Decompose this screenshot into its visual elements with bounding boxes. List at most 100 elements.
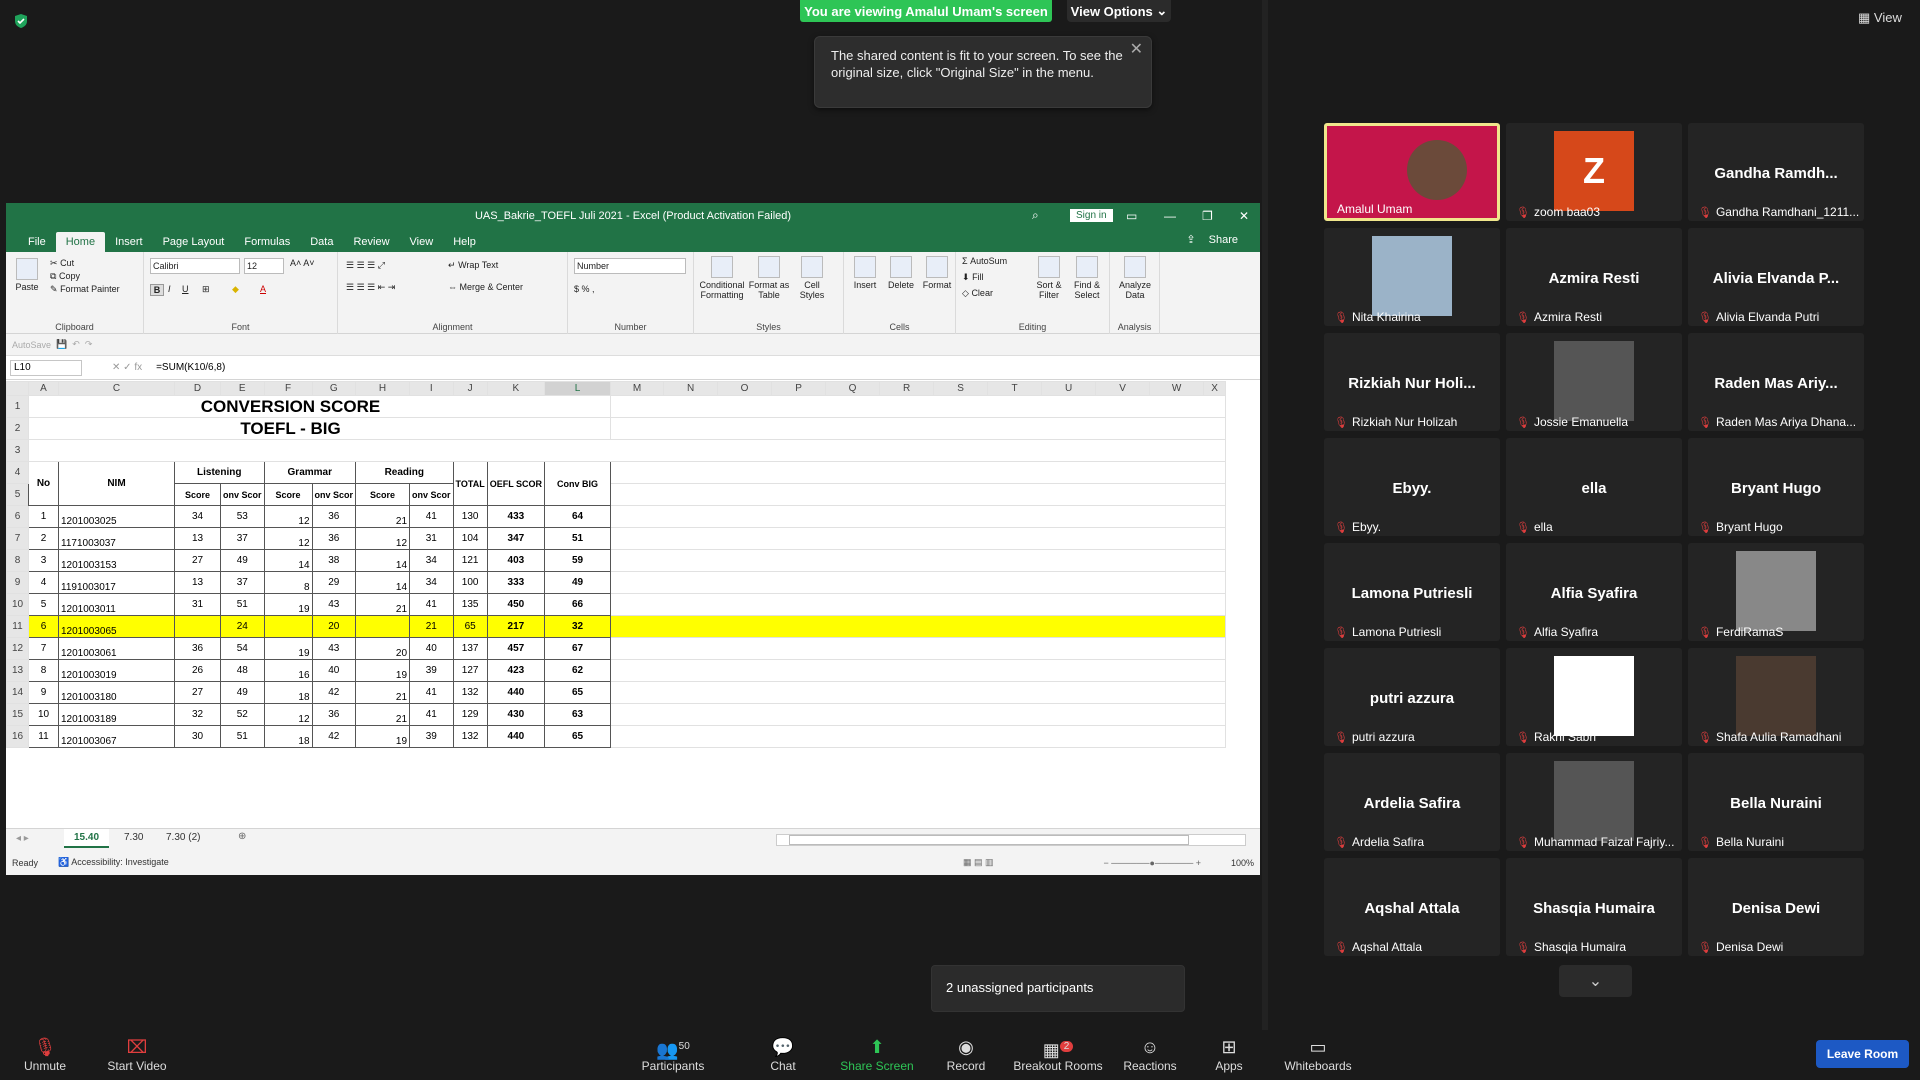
cell-grammar-score[interactable]: 12 (263, 527, 313, 550)
cell-listening-score[interactable]: 36 (174, 637, 221, 660)
row-header[interactable]: 12 (6, 637, 29, 660)
cell-total[interactable]: 65 (452, 615, 488, 638)
cell-nim[interactable]: 1201003025 (58, 505, 175, 528)
cell-nim[interactable]: 1201003189 (58, 703, 175, 726)
cell-reading-score[interactable]: 14 (355, 549, 411, 572)
cell-listening-score[interactable] (174, 615, 221, 638)
cell-grammar-score[interactable] (263, 615, 313, 638)
cell-no[interactable]: 11 (28, 725, 59, 748)
cell-total[interactable]: 135 (452, 593, 488, 616)
leave-room-button[interactable]: Leave Room (1816, 1040, 1909, 1068)
col-header[interactable]: V (1095, 381, 1151, 396)
formula-input[interactable]: =SUM(K10/6,8) (156, 362, 225, 373)
cell-reading-score[interactable] (355, 615, 411, 638)
add-sheet-icon[interactable]: ⊕ (238, 831, 246, 842)
view-button[interactable]: ▦ View (1858, 10, 1902, 26)
cell-conv-big[interactable]: 65 (544, 681, 612, 704)
participant-tile[interactable]: 🎙 Rakhi Sabri (1506, 648, 1682, 746)
font-name-select[interactable]: Calibri (150, 258, 240, 274)
reactions-button[interactable]: ☺ Reactions (1105, 1035, 1195, 1073)
participant-tile[interactable]: Aqshal Attala 🎙 Aqshal Attala (1324, 858, 1500, 956)
col-header[interactable]: P (771, 381, 827, 396)
cell-grammar-score[interactable]: 16 (263, 659, 313, 682)
cell-conv-big[interactable]: 49 (544, 571, 612, 594)
participant-tile[interactable]: putri azzura 🎙 putri azzura (1324, 648, 1500, 746)
cell-listening-score[interactable]: 27 (174, 549, 221, 572)
col-header[interactable]: U (1041, 381, 1097, 396)
col-header[interactable]: G (311, 381, 357, 396)
participant-tile[interactable]: Z 🎙 zoom baa03 (1506, 123, 1682, 221)
align-icons[interactable]: ☰ ☰ ☰ ⤢ (346, 260, 385, 270)
participant-tile[interactable]: 🎙 Shafa Aulia Ramadhani (1688, 648, 1864, 746)
cell-grammar-conv[interactable]: 38 (311, 549, 357, 572)
participant-tile[interactable]: Bella Nuraini 🎙 Bella Nuraini (1688, 753, 1864, 851)
empty-cells[interactable] (27, 439, 1227, 462)
cell-listening-conv[interactable]: 52 (220, 703, 265, 726)
cell-reading-conv[interactable]: 31 (409, 527, 454, 550)
cell-nim[interactable]: 1201003011 (58, 593, 175, 616)
underline-button[interactable]: U (182, 284, 189, 294)
cell-no[interactable]: 4 (28, 571, 59, 594)
cell-reading-score[interactable]: 21 (355, 703, 411, 726)
row-header[interactable]: 8 (6, 549, 29, 572)
cell-grammar-score[interactable]: 12 (263, 703, 313, 726)
cell-total[interactable]: 100 (452, 571, 488, 594)
cell-toefl[interactable]: 333 (486, 571, 546, 594)
empty-cells[interactable] (610, 615, 1227, 638)
cell-total[interactable]: 129 (452, 703, 488, 726)
font-color-icon[interactable]: A (260, 284, 266, 294)
border-icon[interactable]: ⊞ (202, 284, 210, 294)
header-score[interactable]: Score (174, 483, 221, 506)
col-header[interactable]: D (174, 381, 221, 396)
bold-button[interactable]: B (150, 284, 164, 296)
cell-nim[interactable]: 1201003065 (58, 615, 175, 638)
header-conv-score[interactable]: onv Scor (220, 483, 265, 506)
cell-listening-conv[interactable]: 37 (220, 527, 265, 550)
cell-grammar-score[interactable]: 19 (263, 637, 313, 660)
empty-cells[interactable] (610, 681, 1227, 704)
cell-toefl[interactable]: 217 (486, 615, 546, 638)
panel-divider[interactable] (1262, 0, 1268, 1030)
cell-grammar-conv[interactable]: 40 (311, 659, 357, 682)
col-header[interactable]: H (355, 381, 411, 396)
cell-no[interactable]: 2 (28, 527, 59, 550)
apps-button[interactable]: ⊞ Apps (1184, 1035, 1274, 1073)
tab-view[interactable]: View (400, 232, 444, 252)
participant-tile[interactable]: Azmira Resti 🎙 Azmira Resti (1506, 228, 1682, 326)
insert-cells-button[interactable]: Insert (848, 256, 882, 290)
cell-nim[interactable]: 1191003017 (58, 571, 175, 594)
share-screen-button[interactable]: ⬆ Share Screen (832, 1035, 922, 1073)
cell-total[interactable]: 121 (452, 549, 488, 572)
minimize-icon[interactable]: — (1164, 203, 1176, 228)
cell-grammar-conv[interactable]: 36 (311, 505, 357, 528)
cell-grammar-score[interactable]: 8 (263, 571, 313, 594)
cell-grammar-conv[interactable]: 29 (311, 571, 357, 594)
col-header[interactable]: O (717, 381, 773, 396)
sheet-tab[interactable]: 7.30 (124, 832, 143, 843)
cell-listening-score[interactable]: 26 (174, 659, 221, 682)
cell-grammar-score[interactable]: 19 (263, 593, 313, 616)
cell-reading-conv[interactable]: 34 (409, 571, 454, 594)
participant-tile[interactable]: 🎙 Nita Khairina (1324, 228, 1500, 326)
unassigned-participants-popup[interactable]: 2 unassigned participants (931, 965, 1185, 1012)
col-header[interactable]: E (220, 381, 265, 396)
participant-tile[interactable]: 🎙 Jossie Emanuella (1506, 333, 1682, 431)
row-header[interactable]: 4 (6, 461, 29, 484)
cell-toefl[interactable]: 430 (486, 703, 546, 726)
cell-nim[interactable]: 1201003153 (58, 549, 175, 572)
empty-cells[interactable] (610, 395, 1227, 418)
row-header[interactable]: 15 (6, 703, 29, 726)
cell-reading-conv[interactable]: 39 (409, 659, 454, 682)
header-conv-big[interactable]: Conv BIG (544, 461, 612, 506)
cell-no[interactable]: 9 (28, 681, 59, 704)
align-horizontal-icons[interactable]: ☰ ☰ ☰ ⇤ ⇥ (346, 282, 395, 292)
tab-page-layout[interactable]: Page Layout (153, 232, 235, 252)
italic-button[interactable]: I (168, 284, 171, 294)
number-format-icons[interactable]: $ % , (574, 284, 595, 294)
cell-conv-big[interactable]: 64 (544, 505, 612, 528)
cell-listening-conv[interactable]: 51 (220, 593, 265, 616)
close-window-icon[interactable]: ✕ (1239, 203, 1249, 228)
cell-nim[interactable]: 1201003180 (58, 681, 175, 704)
conditional-formatting-button[interactable]: Conditional Formatting (698, 256, 746, 300)
col-header[interactable]: Q (825, 381, 881, 396)
